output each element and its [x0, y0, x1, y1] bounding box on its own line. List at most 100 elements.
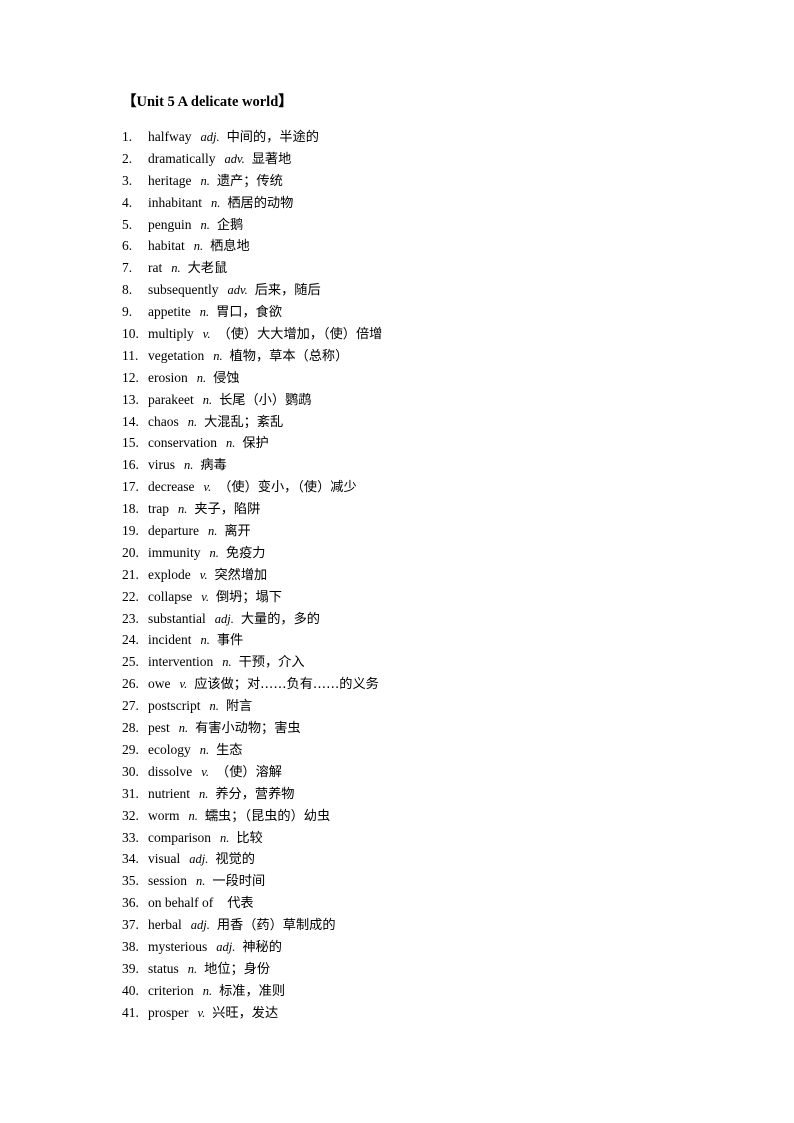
- list-item: 17. decrease v. （使）变小，（使）减少: [122, 476, 722, 498]
- item-number: 31.: [122, 785, 139, 801]
- item-definition: 突然增加: [214, 567, 268, 583]
- item-word: visual: [148, 851, 181, 867]
- list-item: 21. explode v. 突然增加: [122, 564, 722, 586]
- item-part-of-speech: adj.: [214, 611, 234, 626]
- item-word: intervention: [148, 654, 214, 670]
- list-item: 35. session n. 一段时间: [122, 870, 722, 892]
- item-part-of-speech: n.: [209, 545, 219, 560]
- item-word: dissolve: [148, 763, 193, 779]
- item-number: 5.: [122, 216, 133, 232]
- item-word: explode: [148, 566, 191, 582]
- item-definition: 视觉的: [215, 852, 255, 868]
- list-item: 37. herbal adj. 用香（药）草制成的: [122, 914, 722, 936]
- item-word: status: [148, 960, 179, 976]
- list-item: 34. visual adj. 视觉的: [122, 848, 722, 870]
- item-part-of-speech: n.: [220, 830, 230, 845]
- item-number: 26.: [122, 676, 139, 692]
- list-item: 19. departure n. 离开: [122, 520, 722, 542]
- item-definition: 蠕虫；（昆虫的）幼虫: [204, 808, 331, 824]
- item-part-of-speech: n.: [178, 502, 188, 517]
- list-item: 15. conservation n. 保护: [122, 432, 722, 454]
- item-part-of-speech: n.: [196, 874, 206, 889]
- item-definition: 有害小动物；害虫: [195, 721, 301, 737]
- item-part-of-speech: v.: [201, 764, 210, 779]
- item-definition: 代表: [227, 896, 254, 912]
- list-item: 6. habitat n. 栖息地: [122, 235, 722, 257]
- item-word: owe: [148, 676, 171, 692]
- item-definition: 保护: [242, 436, 269, 452]
- item-definition: （使）溶解: [216, 764, 282, 780]
- list-item: 25. intervention n. 干预，介入: [122, 651, 722, 673]
- item-number: 14.: [122, 413, 139, 429]
- item-definition: 大混乱；紊乱: [204, 414, 284, 430]
- item-word: virus: [148, 457, 175, 473]
- item-part-of-speech: n.: [209, 699, 219, 714]
- item-word: dramatically: [148, 150, 216, 166]
- item-part-of-speech: n.: [202, 983, 213, 998]
- list-item: 28. pest n. 有害小动物；害虫: [122, 717, 722, 739]
- item-definition: 遗产；传统: [216, 173, 283, 189]
- page-title: 【Unit 5 A delicate world】: [122, 92, 722, 112]
- title-text: Unit 5 A delicate world: [136, 94, 279, 110]
- item-definition: 长尾（小）鹦鹉: [219, 392, 312, 408]
- item-number: 6.: [122, 238, 133, 254]
- item-number: 18.: [122, 501, 139, 517]
- list-item: 20. immunity n. 免疫力: [122, 542, 722, 564]
- list-item: 13. parakeet n. 长尾（小）鹦鹉: [122, 389, 722, 411]
- document-page: 【Unit 5 A delicate world】 1. halfway adj. 中…: [0, 0, 794, 1123]
- list-item: 4. inhabitant n. 栖居的动物: [122, 192, 722, 214]
- item-word: habitat: [148, 238, 185, 254]
- item-definition: 养分，营养物: [215, 786, 295, 802]
- item-word: mysterious: [148, 938, 208, 954]
- list-item: 32. worm n. 蠕虫；（昆虫的）幼虫: [122, 805, 722, 827]
- item-word: parakeet: [148, 391, 194, 407]
- item-part-of-speech: n.: [196, 370, 207, 385]
- list-item: 27. postscript n. 附言: [122, 695, 722, 717]
- item-word: multiply: [148, 326, 194, 342]
- item-word: postscript: [148, 698, 201, 714]
- item-word: worm: [148, 807, 180, 823]
- item-part-of-speech: n.: [200, 217, 210, 232]
- list-item: 18. trap n. 夹子，陷阱: [122, 498, 722, 520]
- list-item: 29. ecology n. 生态: [122, 739, 722, 761]
- item-number: 32.: [122, 807, 139, 823]
- title-close-bracket: 】: [278, 94, 293, 110]
- item-definition: 大量的，多的: [240, 611, 320, 627]
- list-item: 22. collapse v. 倒坍；塌下: [122, 586, 722, 608]
- item-part-of-speech: n.: [184, 458, 194, 473]
- item-definition: 后来，随后: [254, 283, 321, 299]
- list-item: 31. nutrient n. 养分，营养物: [122, 783, 722, 805]
- list-item: 40. criterion n. 标准，准则: [122, 980, 722, 1002]
- item-word: immunity: [148, 544, 201, 560]
- item-part-of-speech: adj.: [189, 852, 209, 867]
- item-part-of-speech: v.: [203, 480, 212, 495]
- item-definition: 栖居的动物: [227, 195, 294, 211]
- item-word: criterion: [148, 982, 194, 998]
- item-part-of-speech: n.: [188, 808, 198, 823]
- item-definition: （使）大大增加，（使）倍增: [217, 327, 383, 343]
- item-part-of-speech: n.: [187, 961, 198, 976]
- list-item: 30. dissolve v. （使）溶解: [122, 761, 722, 783]
- item-part-of-speech: n.: [171, 261, 181, 276]
- item-definition: 中间的，半途的: [226, 130, 319, 145]
- document-content: 【Unit 5 A delicate world】 1. halfway adj. 中…: [122, 92, 722, 1024]
- item-part-of-speech: adv.: [224, 151, 245, 166]
- item-number: 29.: [122, 741, 139, 757]
- item-part-of-speech: adj.: [216, 939, 236, 954]
- item-number: 30.: [122, 763, 139, 779]
- item-part-of-speech: n.: [222, 655, 232, 670]
- list-item: 41. prosper v. 兴旺，发达: [122, 1002, 722, 1024]
- list-item: 8. subsequently adv. 后来，随后: [122, 279, 722, 301]
- item-definition: 应该做；对……负有……的义务: [194, 677, 379, 693]
- item-part-of-speech: v.: [197, 1005, 206, 1020]
- item-part-of-speech: n.: [187, 414, 198, 429]
- item-part-of-speech: n.: [202, 392, 213, 407]
- item-word: vegetation: [148, 347, 205, 363]
- item-number: 27.: [122, 698, 139, 714]
- item-number: 35.: [122, 873, 139, 889]
- list-item: 2. dramatically adv. 显著地: [122, 148, 722, 170]
- item-number: 2.: [122, 150, 133, 166]
- item-definition: 兴旺，发达: [212, 1005, 279, 1021]
- item-word: appetite: [148, 304, 191, 320]
- item-definition: 标准，准则: [219, 983, 286, 999]
